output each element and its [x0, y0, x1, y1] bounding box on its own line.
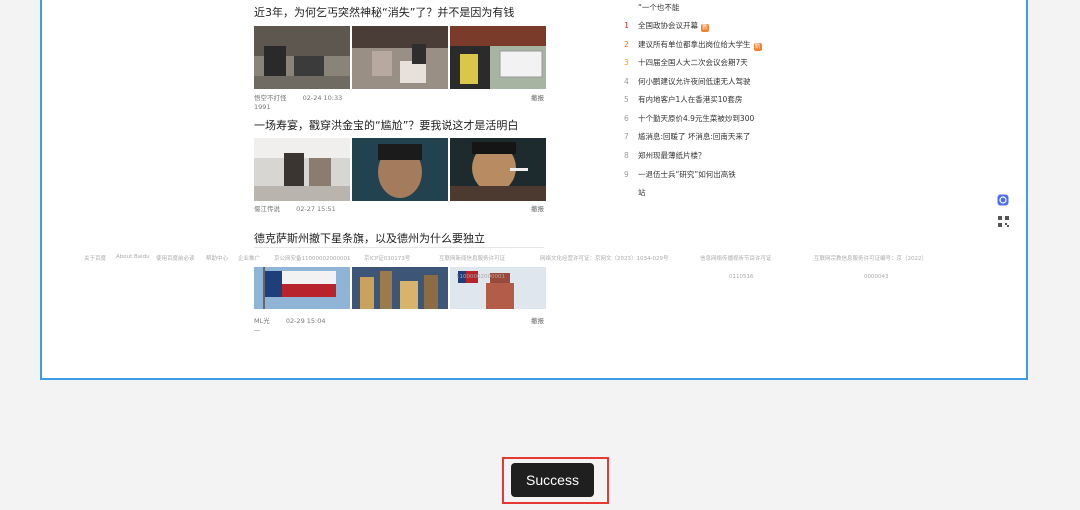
hot-rank: 6: [624, 114, 629, 123]
article-extra: —: [254, 326, 261, 334]
hot-item-wrap[interactable]: 站: [638, 187, 646, 199]
hot-rank: 1: [624, 21, 629, 30]
hot-item[interactable]: 1 全国政协会议开幕新: [624, 20, 709, 32]
hot-item[interactable]: 5 有内地客户1人在香港买10套房: [624, 94, 742, 106]
news-article[interactable]: 一场寿宴，戳穿洪金宝的“尴尬”？要我说这才是活明白 偃江传说 02-27 15:…: [254, 119, 546, 213]
hot-item-truncated[interactable]: “一个也不能: [638, 2, 679, 14]
footer-link[interactable]: About Baidu: [116, 254, 150, 260]
article-title[interactable]: 一场寿宴，戳穿洪金宝的“尴尬”？要我说这才是活明白: [254, 119, 544, 133]
hot-item[interactable]: 9 一退伍士兵“研究”如何出高铁: [624, 169, 736, 181]
article-extra: 1991: [254, 103, 271, 111]
hot-item[interactable]: 7 尴消息:回暖了 坏消息:回南天来了: [624, 131, 750, 143]
browser-content-frame: 近3年，为何乞丐突然神秘“消失”了？并不是因为有钱 悟空不打怪 02-24 10…: [40, 0, 1028, 380]
hot-item-text[interactable]: 一退伍士兵“研究”如何出高铁: [638, 170, 736, 179]
hot-item[interactable]: 8 郑州现最薄纸片楼？: [624, 150, 706, 162]
article-time: 02-29 15:04: [285, 317, 326, 325]
report-link[interactable]: 撤报: [531, 315, 544, 325]
footer-link[interactable]: 使用百度前必读: [156, 254, 195, 262]
refresh-icon[interactable]: [995, 192, 1011, 208]
hot-item[interactable]: 4 何小鹏建议允许夜间低速无人驾驶: [624, 76, 751, 88]
footer-link-cont: 0110516: [729, 274, 754, 280]
footer-link-cont: 11000002000001: [456, 274, 505, 280]
article-meta: 偃江传说 02-27 15:51 撤报: [254, 203, 544, 213]
hot-item-text[interactable]: 建议所有单位都拿出岗位给大学生: [638, 40, 751, 49]
new-tag-icon: 新: [753, 43, 762, 51]
divider: [254, 247, 544, 248]
article-time: 02-24 10:33: [302, 94, 343, 102]
thumbnail-texas-flag[interactable]: [254, 267, 350, 309]
article-author[interactable]: ML光: [254, 317, 270, 325]
hot-rank: 7: [624, 132, 629, 141]
footer-link[interactable]: 关于百度: [84, 254, 106, 262]
footer-link[interactable]: 企业推广: [238, 254, 260, 262]
success-toast: Success: [511, 463, 594, 497]
footer-link[interactable]: 网络文化经营许可证：京网文（2023）1034-029号: [540, 254, 668, 262]
thumbnail-actor-smoking[interactable]: [450, 138, 546, 201]
hot-item-text[interactable]: 郑州现最薄纸片楼？: [638, 151, 706, 160]
footer-link[interactable]: 京ICP证030173号: [364, 254, 410, 262]
article-thumbnails[interactable]: [254, 138, 546, 201]
article-author[interactable]: 偃江传说: [254, 205, 280, 213]
news-article[interactable]: 德克萨斯州撤下星条旗，以及德州为什么要独立 ML光 02-29 15:04 撤报…: [254, 232, 546, 334]
article-title[interactable]: 近3年，为何乞丐突然神秘“消失”了？并不是因为有钱: [254, 6, 544, 20]
article-meta: 悟空不打怪 02-24 10:33 撤报 1991: [254, 92, 544, 111]
footer-link[interactable]: 京公网安备11000002000001: [274, 254, 351, 262]
thumbnail-police-sign[interactable]: [450, 26, 546, 89]
qrcode-icon[interactable]: [995, 213, 1011, 229]
hot-item-text[interactable]: 全国政协会议开幕: [638, 21, 698, 30]
hot-rank: 4: [624, 77, 629, 86]
hot-item-text[interactable]: 十四届全国人大二次会议会期7天: [638, 58, 748, 67]
report-link[interactable]: 撤报: [531, 92, 544, 102]
hot-item-text[interactable]: 尴消息:回暖了 坏消息:回南天来了: [638, 132, 750, 141]
footer-link[interactable]: 帮助中心: [206, 254, 228, 262]
hot-rank: 3: [624, 58, 629, 67]
news-article[interactable]: 近3年，为何乞丐突然神秘“消失”了？并不是因为有钱 悟空不打怪 02-24 10…: [254, 6, 546, 111]
article-thumbnails[interactable]: [254, 26, 546, 89]
article-title[interactable]: 德克萨斯州撤下星条旗，以及德州为什么要独立: [254, 232, 544, 246]
hot-rank: 9: [624, 170, 629, 179]
hot-rank: 5: [624, 95, 629, 104]
hot-item-text[interactable]: 十个勤天原价4.9元生菜被炒到300: [638, 114, 754, 123]
article-meta: ML光 02-29 15:04 撤报 —: [254, 315, 544, 334]
hot-item-text[interactable]: 何小鹏建议允许夜间低速无人驾驶: [638, 77, 751, 86]
article-time: 02-27 15:51: [296, 205, 336, 213]
footer-link[interactable]: 信息网络传播视听节目许可证: [700, 254, 772, 262]
article-author[interactable]: 悟空不打怪: [254, 94, 287, 102]
thumbnail-beggar-street[interactable]: [254, 26, 350, 89]
new-tag-icon: 新: [701, 24, 709, 32]
hot-item[interactable]: 3 十四届全国人大二次会议会期7天: [624, 57, 748, 69]
report-link[interactable]: 撤报: [531, 203, 544, 213]
footer-link[interactable]: 互联网宗教信息服务许可证编号：京（2022）: [814, 254, 927, 262]
thumbnail-beggar-kneeling[interactable]: [352, 26, 448, 89]
hot-rank: 2: [624, 40, 629, 49]
hot-rank: 8: [624, 151, 629, 160]
thumbnail-banquet[interactable]: [254, 138, 350, 201]
footer-link-cont: 0000043: [864, 274, 889, 280]
hot-item[interactable]: 6 十个勤天原价4.9元生菜被炒到300: [624, 113, 754, 125]
thumbnail-city-night[interactable]: [352, 267, 448, 309]
thumbnail-actor-closeup[interactable]: [352, 138, 448, 201]
hot-item-text[interactable]: 有内地客户1人在香港买10套房: [638, 95, 742, 104]
footer-link[interactable]: 互联网新闻信息服务许可证: [439, 254, 505, 262]
hot-item[interactable]: 2 建议所有单位都拿出岗位给大学生新: [624, 39, 762, 51]
